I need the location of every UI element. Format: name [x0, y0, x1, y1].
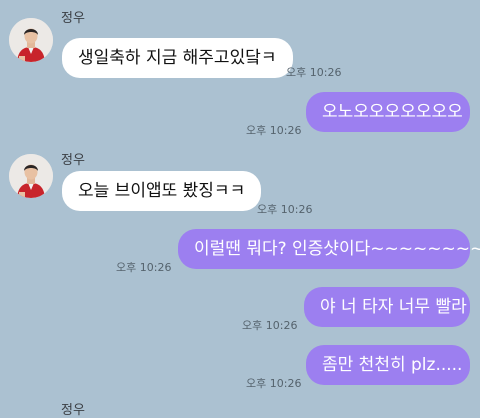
message-timestamp: 오후 10:26 [257, 203, 313, 216]
message-timestamp: 오후 10:26 [246, 124, 302, 137]
sender-name: 정우 [61, 403, 85, 418]
profile-photo [9, 18, 53, 62]
message-bubble-incoming[interactable]: 오늘 브이앱또 봤징ㅋㅋ [62, 171, 262, 211]
message-timestamp: 오후 10:26 [286, 66, 342, 79]
message-bubble-outgoing[interactable]: 좀만 천천히 plz..... [306, 345, 470, 385]
sender-name: 정우 [61, 153, 85, 168]
message-timestamp: 오후 10:26 [242, 319, 298, 332]
message-bubble-outgoing[interactable]: 오노오오오오오오오 [306, 92, 470, 132]
message-bubble-incoming[interactable]: 생일축하 지금 해주고있닼ㅋ [62, 38, 293, 78]
avatar[interactable] [9, 154, 53, 198]
message-bubble-outgoing[interactable]: 야 너 타자 너무 빨라 [304, 287, 470, 327]
profile-photo [9, 154, 53, 198]
message-timestamp: 오후 10:26 [116, 261, 172, 274]
avatar[interactable] [9, 18, 53, 62]
sender-name: 정우 [61, 11, 85, 26]
message-bubble-outgoing[interactable]: 이럴땐 뭐다? 인증샷이다~~~~~~~~~ [178, 229, 480, 269]
message-timestamp: 오후 10:26 [246, 377, 302, 390]
chat-area[interactable]: 정우 생일축하 지금 해주고있닼ㅋ 오후 10:26 오후 10:26 오노오오… [0, 0, 480, 418]
